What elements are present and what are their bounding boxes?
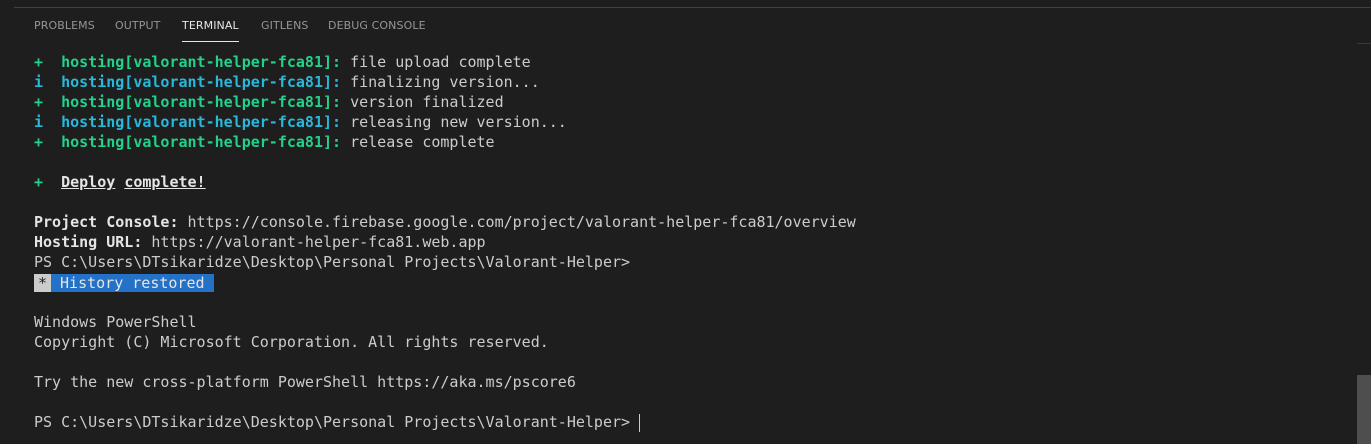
hosting-url-line: Hosting URL: https://valorant-helper-fca… [34, 232, 1344, 252]
editor-divider [14, 0, 1371, 8]
try-pscore-line: Try the new cross-platform PowerShell ht… [34, 373, 576, 391]
status-symbol: + [34, 53, 44, 71]
hosting-url-label: Hosting URL: [34, 233, 143, 251]
hosting-target: hosting[valorant-helper-fca81]: [61, 73, 342, 91]
bottom-panel: PROBLEMS OUTPUT TERMINAL GITLENS DEBUG C… [14, 8, 1371, 444]
terminal-output[interactable]: + hosting[valorant-helper-fca81]: file u… [34, 52, 1344, 442]
text-cursor [639, 413, 641, 432]
log-message: file upload complete [341, 53, 531, 71]
tab-output[interactable]: OUTPUT [115, 8, 160, 42]
powershell-title: Windows PowerShell [34, 313, 197, 331]
hosting-target: hosting[valorant-helper-fca81]: [61, 53, 342, 71]
log-message: releasing new version... [341, 113, 567, 131]
log-message: release complete [341, 133, 495, 151]
log-message: finalizing version... [341, 73, 540, 91]
terminal-line: i hosting[valorant-helper-fca81]: finali… [34, 72, 1344, 92]
scrollbar-top-marker [1357, 43, 1371, 44]
terminal-line: + hosting[valorant-helper-fca81]: file u… [34, 52, 1344, 72]
tab-debug-console[interactable]: DEBUG CONSOLE [328, 8, 426, 42]
active-prompt-line[interactable]: PS C:\Users\DTsikaridze\Desktop\Personal… [34, 412, 1344, 432]
hosting-url[interactable]: https://valorant-helper-fca81.web.app [142, 233, 485, 251]
history-restored-badge: History restored [51, 273, 214, 292]
project-console-line: Project Console: https://console.firebas… [34, 212, 1344, 232]
log-message: version finalized [341, 93, 504, 111]
tab-terminal[interactable]: TERMINAL [182, 8, 239, 42]
terminal-line: + hosting[valorant-helper-fca81]: releas… [34, 132, 1344, 152]
complete-word: complete! [124, 173, 206, 191]
prompt-line: PS C:\Users\DTsikaridze\Desktop\Personal… [34, 253, 631, 271]
history-star: * [34, 273, 52, 292]
project-console-url[interactable]: https://console.firebase.google.com/proj… [179, 213, 856, 231]
status-symbol: i [34, 73, 44, 91]
status-symbol: + [34, 133, 44, 151]
prompt-text: PS C:\Users\DTsikaridze\Desktop\Personal… [34, 413, 640, 431]
project-console-label: Project Console: [34, 213, 179, 231]
hosting-target: hosting[valorant-helper-fca81]: [61, 133, 342, 151]
left-edge [0, 0, 14, 444]
deploy-complete-line: + Deploy complete! [34, 172, 1344, 192]
deploy-word: Deploy [61, 173, 116, 191]
hosting-target: hosting[valorant-helper-fca81]: [61, 113, 342, 131]
status-symbol: + [34, 93, 44, 111]
terminal-line: i hosting[valorant-helper-fca81]: releas… [34, 112, 1344, 132]
status-symbol: + [34, 173, 44, 191]
terminal-line: + hosting[valorant-helper-fca81]: versio… [34, 92, 1344, 112]
tab-gitlens[interactable]: GITLENS [261, 8, 308, 42]
history-restored-line: * History restored [34, 272, 1344, 292]
tab-problems[interactable]: PROBLEMS [34, 8, 95, 42]
copyright-line: Copyright (C) Microsoft Corporation. All… [34, 333, 549, 351]
terminal-scrollbar-thumb[interactable] [1357, 375, 1371, 444]
hosting-target: hosting[valorant-helper-fca81]: [61, 93, 342, 111]
status-symbol: i [34, 113, 44, 131]
panel-tab-bar: PROBLEMS OUTPUT TERMINAL GITLENS DEBUG C… [14, 8, 1371, 42]
